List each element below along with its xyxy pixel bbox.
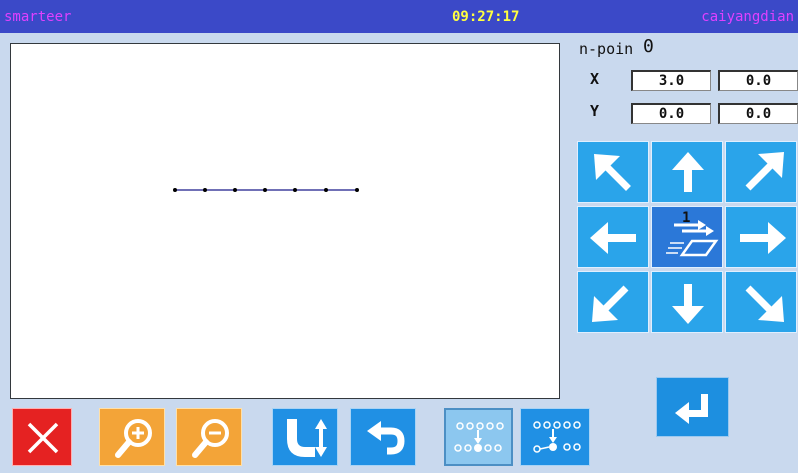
zoom-in-icon [115,419,152,458]
move-down-button[interactable] [651,271,723,333]
vertical-move-button[interactable] [272,408,338,466]
direction-pad: 1 [577,141,798,334]
x-offset-field[interactable]: 0.0 [718,70,798,91]
npoint-value: 0 [643,36,654,57]
arrow-up-icon [672,152,704,192]
enter-button[interactable] [656,377,729,437]
clock-time: 09:27:17 [452,9,520,25]
stitch-path [173,188,359,192]
y-offset-field[interactable]: 0.0 [718,103,798,124]
pattern-canvas[interactable] [10,43,560,399]
zoom-out-button[interactable] [176,408,242,466]
zoom-in-button[interactable] [99,408,165,466]
arrow-left-icon [590,222,636,254]
stitch-point [203,188,207,192]
move-speed-icon [666,220,719,257]
user-name: caiyangdian [701,9,794,25]
stitch-point [324,188,328,192]
move-up-right-button[interactable] [725,141,797,203]
stitch-insert-button[interactable] [520,408,590,466]
stitch-pattern-button[interactable] [444,408,513,466]
arrow-up-right-icon [745,152,784,191]
move-down-right-button[interactable] [725,271,797,333]
y-value-field[interactable]: 0.0 [631,103,711,124]
move-speed-button[interactable]: 1 [651,206,723,268]
move-left-button[interactable] [577,206,649,268]
stitch-insert-icon [533,421,581,453]
stitch-point [173,188,177,192]
move-up-left-button[interactable] [577,141,649,203]
arrow-right-icon [740,222,786,254]
y-label: Y [590,102,600,120]
undo-icon [367,421,405,455]
arrow-up-left-icon [594,154,631,191]
enter-icon [675,394,708,424]
stitch-pattern-icon [454,422,504,452]
arrow-down-left-icon [592,285,629,322]
app-name: smarteer [4,9,72,25]
stitch-point [233,188,237,192]
title-bar: smarteer 09:27:17 caiyangdian [0,0,798,33]
stitch-point [355,188,359,192]
vertical-move-icon [287,419,327,457]
move-right-button[interactable] [725,206,797,268]
x-value-field[interactable]: 3.0 [631,70,711,91]
npoint-label: n-poin [579,40,634,58]
move-down-left-button[interactable] [577,271,649,333]
stitch-point [293,188,297,192]
stitch-point [263,188,267,192]
arrow-down-right-icon [745,285,784,322]
move-up-button[interactable] [651,141,723,203]
zoom-out-icon [192,419,229,458]
x-label: X [590,70,600,88]
close-icon [27,422,59,454]
arrow-down-icon [672,284,704,324]
cancel-button[interactable] [12,408,72,466]
undo-button[interactable] [350,408,416,466]
